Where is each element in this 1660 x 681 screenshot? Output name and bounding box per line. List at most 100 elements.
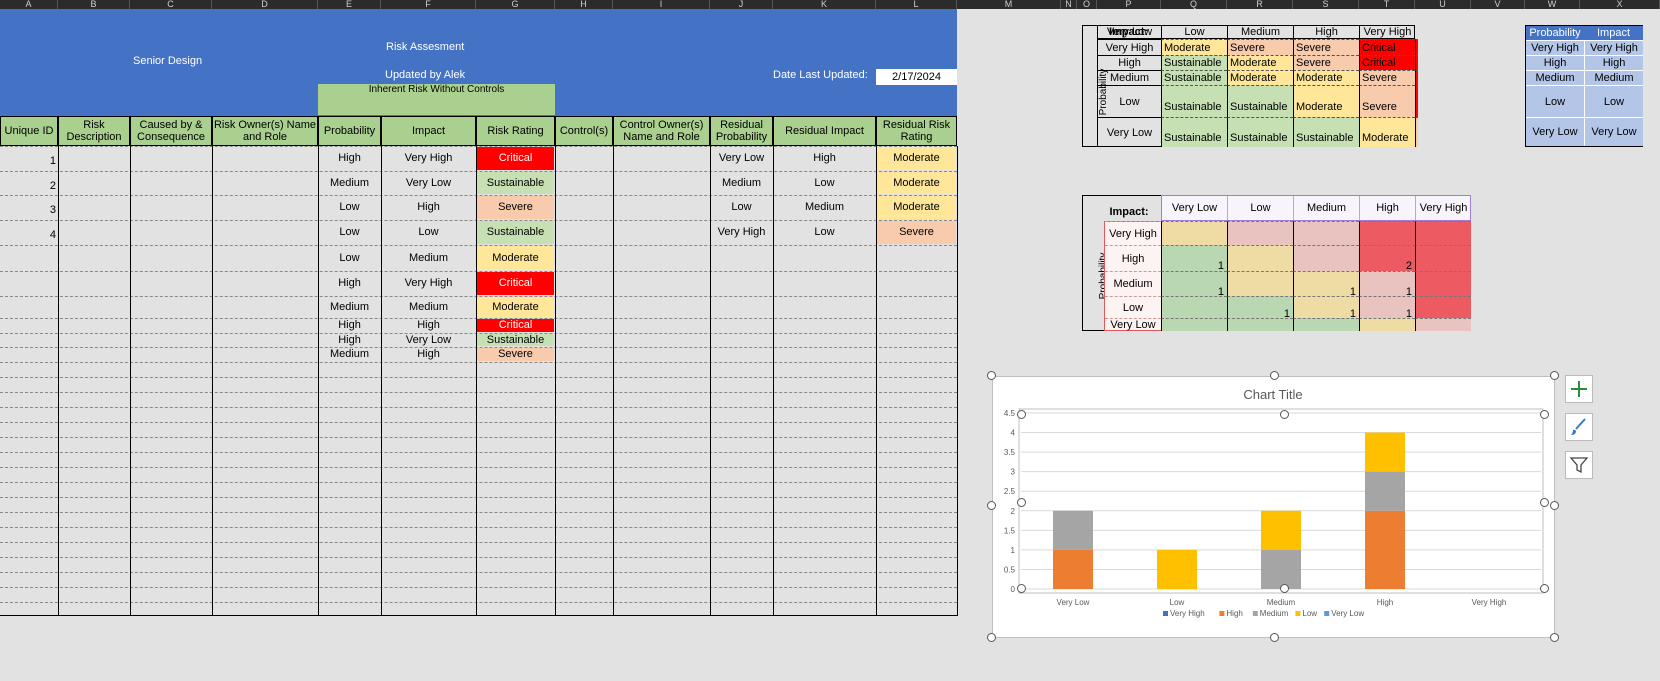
probability-cell[interactable]: High	[318, 318, 381, 333]
resize-handle[interactable]	[1017, 498, 1026, 507]
column-header-m[interactable]: M	[957, 0, 1061, 9]
residual-impact-cell[interactable]: Low	[773, 220, 876, 245]
lookup-value-cell[interactable]: Very High	[1584, 40, 1643, 55]
probability-row-label[interactable]: Very High	[1097, 39, 1161, 55]
residual-rating-cell[interactable]: Moderate	[877, 147, 956, 170]
risk-count-cell[interactable]: 2	[1359, 245, 1415, 271]
resize-handle[interactable]	[987, 633, 996, 642]
header-impact[interactable]: Impact	[381, 116, 476, 146]
probability-row-label[interactable]: Low	[1097, 85, 1161, 117]
risk-count-cell[interactable]	[1415, 296, 1471, 318]
column-header-r[interactable]: R	[1227, 0, 1293, 9]
resize-handle[interactable]	[1270, 371, 1279, 380]
impact-column-header[interactable]: High	[1293, 25, 1359, 39]
impact-cell[interactable]: Very High	[381, 271, 476, 296]
risk-rating-cell[interactable]: Moderate	[477, 246, 554, 270]
residual-probability-cell[interactable]: Very High	[710, 220, 773, 245]
probability-row-label[interactable]: Very Low	[1097, 117, 1161, 147]
header-risk-description[interactable]: Risk Description	[58, 116, 130, 146]
matrix-rating-cell[interactable]: Severe	[1359, 70, 1415, 85]
column-header-u[interactable]: U	[1415, 0, 1471, 9]
column-header-c[interactable]: C	[130, 0, 212, 9]
resize-handle[interactable]	[1550, 371, 1559, 380]
residual-rating-cell[interactable]: Moderate	[877, 172, 956, 194]
risk-count-cell[interactable]	[1227, 318, 1293, 331]
lookup-value-cell[interactable]: Medium	[1526, 70, 1584, 85]
probability-cell[interactable]: High	[318, 333, 381, 347]
column-header-p[interactable]: P	[1097, 0, 1161, 9]
header-caused-by[interactable]: Caused by & Consequence	[130, 116, 212, 146]
risk-count-cell[interactable]	[1161, 221, 1227, 245]
risk-count-cell[interactable]	[1161, 296, 1227, 318]
stacked-bar-chart[interactable]: Chart Title 0 0.5 1 1.5 2 2.5 3 3.5 4 4.5 Very Low L…	[992, 376, 1555, 638]
resize-handle[interactable]	[1540, 410, 1549, 419]
column-header-s[interactable]: S	[1293, 0, 1359, 9]
impact-cell[interactable]: Medium	[381, 296, 476, 318]
risk-count-cell[interactable]	[1415, 318, 1471, 331]
risk-count-cell[interactable]	[1227, 221, 1293, 245]
lookup-value-cell[interactable]: Low	[1584, 85, 1643, 117]
probability-cell[interactable]: Medium	[318, 296, 381, 318]
risk-count-cell[interactable]: 1	[1227, 296, 1293, 318]
matrix-rating-cell[interactable]: Critical	[1415, 70, 1418, 85]
header-unique-id[interactable]: Unique ID	[0, 116, 58, 146]
risk-count-cell[interactable]	[1293, 318, 1359, 331]
column-header-b[interactable]: B	[58, 0, 130, 9]
matrix-rating-cell[interactable]: Moderate	[1293, 85, 1359, 117]
residual-rating-cell[interactable]: Moderate	[877, 196, 956, 219]
resize-handle[interactable]	[1550, 633, 1559, 642]
matrix-rating-cell[interactable]: Moderate	[1227, 55, 1293, 70]
lookup-header[interactable]: Probability	[1526, 26, 1584, 40]
column-header-d[interactable]: D	[212, 0, 318, 9]
risk-rating-cell[interactable]: Sustainable	[477, 221, 554, 244]
probability-row-label[interactable]: High	[1097, 55, 1161, 70]
resize-handle[interactable]	[1280, 584, 1289, 593]
header-residual-probability[interactable]: Residual Probability	[710, 116, 773, 146]
column-header-i[interactable]: I	[613, 0, 710, 9]
residual-impact-cell[interactable]: Medium	[773, 195, 876, 220]
column-header-k[interactable]: K	[773, 0, 876, 9]
risk-rating-cell[interactable]: Critical	[477, 147, 554, 170]
column-header-o[interactable]: O	[1077, 0, 1097, 9]
header-control-owner[interactable]: Control Owner(s) Name and Role	[613, 116, 710, 146]
chart-filter-icon[interactable]	[1565, 451, 1593, 479]
probability-row-label[interactable]: Medium	[1105, 271, 1161, 296]
matrix-rating-cell[interactable]: Sustainable	[1161, 70, 1227, 85]
impact-column-header[interactable]: Very Low	[1097, 25, 1161, 39]
risk-count-cell[interactable]	[1293, 245, 1359, 271]
add-chart-element-icon[interactable]	[1565, 375, 1593, 403]
residual-probability-cell[interactable]: Medium	[710, 171, 773, 195]
risk-count-cell[interactable]	[1359, 221, 1415, 245]
resize-handle[interactable]	[1540, 584, 1549, 593]
risk-count-cell[interactable]: 1	[1161, 245, 1227, 271]
matrix-rating-cell[interactable]: Severe	[1359, 85, 1415, 117]
column-header-g[interactable]: G	[476, 0, 555, 9]
column-header-q[interactable]: Q	[1161, 0, 1227, 9]
risk-count-cell[interactable]	[1161, 318, 1227, 331]
matrix-rating-cell[interactable]: Severe	[1227, 39, 1293, 55]
impact-cell[interactable]: Very High	[381, 146, 476, 171]
column-header-t[interactable]: T	[1359, 0, 1415, 9]
matrix-rating-cell[interactable]: Sustainable	[1161, 55, 1227, 70]
risk-count-cell[interactable]	[1227, 271, 1293, 296]
matrix-rating-cell[interactable]: Critical	[1359, 39, 1415, 55]
risk-count-cell[interactable]	[1227, 245, 1293, 271]
risk-count-cell[interactable]: 1	[1359, 271, 1415, 296]
lookup-value-cell[interactable]: Medium	[1584, 70, 1643, 85]
matrix-rating-cell[interactable]: Moderate	[1227, 70, 1293, 85]
risk-count-cell[interactable]	[1293, 221, 1359, 245]
risk-count-cell[interactable]	[1415, 245, 1471, 271]
matrix-rating-cell[interactable]: Critical	[1415, 85, 1418, 117]
resize-handle[interactable]	[1550, 501, 1559, 510]
probability-row-label[interactable]: Low	[1105, 296, 1161, 318]
chart-styles-brush-icon[interactable]	[1565, 413, 1593, 441]
matrix-rating-cell[interactable]: Sustainable	[1227, 117, 1293, 147]
header-risk-owner[interactable]: Risk Owner(s) Name and Role	[212, 116, 318, 146]
lookup-value-cell[interactable]: High	[1526, 55, 1584, 70]
lookup-value-cell[interactable]: Very High	[1526, 40, 1584, 55]
impact-cell[interactable]: Low	[381, 220, 476, 245]
header-probability[interactable]: Probability	[318, 116, 381, 146]
resize-handle[interactable]	[1280, 410, 1289, 419]
probability-cell[interactable]: High	[318, 146, 381, 171]
column-header-v[interactable]: V	[1471, 0, 1525, 9]
